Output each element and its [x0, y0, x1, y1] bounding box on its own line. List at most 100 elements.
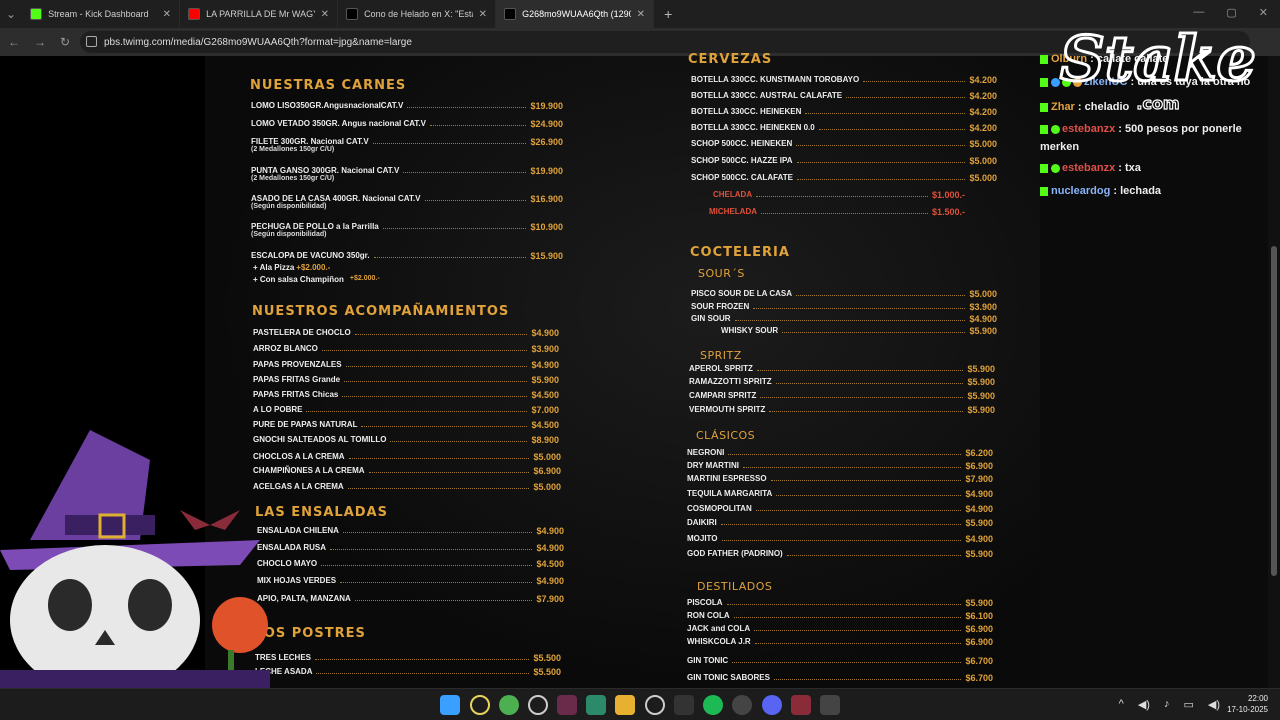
- leader-dots: [342, 526, 533, 533]
- tab-3[interactable]: Cono de Helado en X: "Están b ✕: [338, 0, 497, 28]
- menu-item-name: PAPAS FRITAS Grande: [253, 375, 341, 384]
- menu-extra-name: + Con salsa Champiñon: [253, 275, 344, 284]
- menu-item-price: $5.500: [533, 653, 561, 663]
- chat-username[interactable]: nucleardog: [1051, 185, 1110, 197]
- menu-item: DAIKIRI $5.900: [687, 518, 993, 528]
- app-icon-2[interactable]: [557, 695, 577, 715]
- steam-icon[interactable]: [732, 695, 752, 715]
- kick-badge-icon: [1040, 54, 1048, 64]
- back-icon[interactable]: ←: [8, 35, 20, 49]
- scrollbar[interactable]: [1268, 56, 1280, 688]
- forward-icon[interactable]: →: [34, 35, 46, 49]
- menu-item: APIO, PALTA, MANZANA $7.900: [257, 594, 564, 604]
- leader-dots: [863, 75, 966, 82]
- menu-section-title: SPRITZ: [700, 349, 742, 362]
- app-icon-3[interactable]: [586, 695, 606, 715]
- menu-item-price: $6.900: [965, 637, 993, 647]
- menu-item: MOJITO $4.900: [687, 534, 993, 544]
- menu-item: RAMAZZOTTI SPRITZ $5.900: [689, 377, 995, 387]
- menu-item-price: $5.000: [969, 289, 997, 299]
- menu-item-price: $4.900: [536, 576, 564, 586]
- chat-username[interactable]: estebanzx: [1062, 162, 1115, 174]
- menu-item-name: SCHOP 500CC. HEINEKEN: [691, 139, 793, 148]
- leader-dots: [805, 107, 966, 114]
- menu-item-name: BOTELLA 330CC. AUSTRAL CALAFATE: [691, 91, 843, 100]
- leader-dots: [390, 435, 528, 442]
- leader-dots: [754, 624, 962, 631]
- search-icon[interactable]: [470, 695, 490, 715]
- leader-dots: [756, 190, 928, 197]
- leader-dots: [321, 344, 528, 351]
- chat-username[interactable]: estebanzx: [1062, 123, 1115, 135]
- clock[interactable]: 22:00 17-10-2025: [1227, 693, 1268, 715]
- menu-item: TEQUILA MARGARITA $4.900: [687, 489, 993, 499]
- menu-item-note: (2 Medallones 150gr C/U): [251, 175, 335, 182]
- x-icon[interactable]: [674, 695, 694, 715]
- menu-item-price: $6.700: [965, 656, 993, 666]
- chevron-up-icon[interactable]: ^: [1119, 698, 1124, 711]
- speaker-icon[interactable]: ◀): [1138, 698, 1150, 711]
- tab-favicon-icon: [30, 8, 43, 20]
- menu-item-price: $1.000.-: [931, 190, 965, 200]
- leader-dots: [321, 559, 533, 566]
- leader-dots: [796, 289, 966, 296]
- spotify-icon[interactable]: [703, 695, 723, 715]
- menu-item: PAPAS FRITAS Grande $5.900: [253, 375, 559, 385]
- app-icon-5[interactable]: [820, 695, 840, 715]
- tab-close-icon[interactable]: ✕: [479, 9, 487, 20]
- app-icon[interactable]: [528, 695, 548, 715]
- leader-dots: [846, 91, 966, 98]
- volume-icon[interactable]: ◀): [1208, 698, 1220, 711]
- obs-icon[interactable]: [645, 695, 665, 715]
- menu-item-price: $6.900: [965, 624, 993, 634]
- tab-close-icon[interactable]: ✕: [163, 9, 171, 20]
- tab-title: LA PARRILLA DE Mr WAGYU - Y: [206, 9, 315, 19]
- network-icon[interactable]: ▭: [1183, 698, 1193, 711]
- mic-icon[interactable]: ♪: [1164, 698, 1170, 711]
- leader-dots: [315, 653, 530, 660]
- kick-badge-icon: [1040, 77, 1048, 87]
- menu-section-title: NUESTROS ACOMPAÑAMIENTOS: [252, 304, 510, 319]
- app-icon-4[interactable]: [791, 695, 811, 715]
- discord-icon[interactable]: [762, 695, 782, 715]
- leader-dots: [347, 482, 530, 489]
- menu-item-price: $5.000: [969, 156, 997, 166]
- leader-dots: [754, 637, 962, 644]
- menu-item-note: (Según disponibilidad): [251, 231, 327, 238]
- menu-item: GIN TONIC $6.700: [687, 656, 993, 666]
- menu-item-name: SCHOP 500CC. HAZZE IPA: [691, 156, 793, 165]
- menu-item-name: LOMO LISO350GR.AngusnacionalCAT.V: [251, 101, 404, 110]
- menu-item-name: PASTELERA DE CHOCLO: [253, 328, 351, 337]
- menu-item-price: $4.200: [969, 75, 997, 85]
- menu-item-name: RAMAZZOTTI SPRITZ: [689, 377, 772, 386]
- site-info-icon[interactable]: [86, 36, 97, 47]
- tab-close-icon[interactable]: ✕: [637, 9, 645, 20]
- menu-item-name: APEROL SPRITZ: [689, 364, 753, 373]
- tab-4[interactable]: G268mo9WUAA6Qth (1290×1 ✕: [496, 0, 655, 28]
- tab-1[interactable]: Stream - Kick Dashboard ✕: [22, 0, 181, 28]
- menu-item-price: $5.900: [967, 391, 995, 401]
- menu-item-name: WHISKCOLA J.R: [687, 637, 751, 646]
- tab-search-icon[interactable]: ⌄: [0, 7, 22, 21]
- menu-item-price: $5.900: [967, 377, 995, 387]
- reload-icon[interactable]: ↻: [60, 35, 70, 49]
- scrollbar-thumb[interactable]: [1271, 246, 1277, 576]
- leader-dots: [786, 549, 962, 556]
- tab-2[interactable]: LA PARRILLA DE Mr WAGYU - Y ✕: [180, 0, 339, 28]
- tab-favicon-icon: [346, 8, 359, 20]
- leader-dots: [429, 119, 527, 126]
- menu-item-name: ESCALOPA DE VACUNO 350gr.: [251, 251, 370, 260]
- tab-close-icon[interactable]: ✕: [321, 9, 329, 20]
- folder-icon[interactable]: [615, 695, 635, 715]
- menu-item-price: $3.900: [969, 302, 997, 312]
- menu-item: CHELADA $1.000.-: [713, 190, 965, 200]
- menu-item-name: JACK and COLA: [687, 624, 751, 633]
- chrome-icon[interactable]: [499, 695, 519, 715]
- menu-item-price: $1.500.-: [931, 207, 965, 217]
- menu-item: SCHOP 500CC. CALAFATE $5.000: [691, 173, 997, 183]
- new-tab-button[interactable]: +: [654, 6, 682, 22]
- menu-item: BOTELLA 330CC. HEINEKEN 0.0 $4.200: [691, 123, 997, 133]
- close-window-icon[interactable]: ✕: [1259, 6, 1268, 19]
- start-icon[interactable]: [440, 695, 460, 715]
- leader-dots: [361, 420, 528, 427]
